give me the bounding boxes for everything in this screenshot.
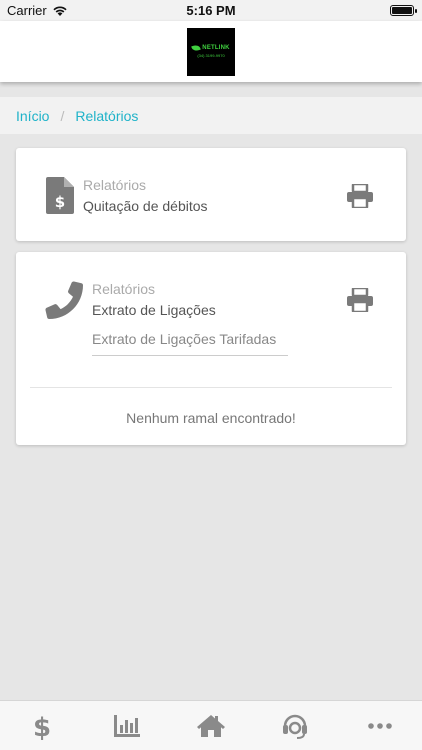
bottom-tab-bar: $ xyxy=(0,700,422,750)
card-category-label: Relatórios xyxy=(83,177,147,193)
tab-financeiro[interactable]: $ xyxy=(17,704,67,748)
dollar-icon: $ xyxy=(33,713,51,740)
card-category-label: Relatórios xyxy=(92,281,156,297)
breadcrumb-current-link[interactable]: Relatórios xyxy=(75,108,138,124)
breadcrumb-home-link[interactable]: Início xyxy=(16,108,49,124)
status-time: 5:16 PM xyxy=(186,3,236,18)
bar-chart-icon xyxy=(113,714,140,737)
card-title-label: Extrato de Ligações xyxy=(92,302,216,318)
more-icon xyxy=(367,722,392,729)
card-title-label: Quitação de débitos xyxy=(83,198,208,214)
print-icon[interactable] xyxy=(347,184,373,208)
tab-mais[interactable] xyxy=(355,704,405,748)
tab-suporte[interactable] xyxy=(270,704,320,748)
tab-relatorios[interactable] xyxy=(102,704,152,748)
svg-text:$: $ xyxy=(55,193,65,211)
home-icon xyxy=(196,714,225,737)
empty-ramal-message: Nenhum ramal encontrado! xyxy=(126,410,296,426)
status-bar: Carrier 5:16 PM xyxy=(0,0,422,21)
report-card-extrato: Relatórios Extrato de Ligações Extrato d… xyxy=(16,252,406,445)
card-divider xyxy=(30,387,392,388)
report-card-quitacao[interactable]: $ Relatórios Quitação de débitos xyxy=(16,148,406,241)
phone-icon xyxy=(45,281,83,319)
support-headset-icon xyxy=(283,714,308,739)
file-dollar-icon: $ xyxy=(46,177,74,214)
netlink-logo: NETLINK (34) 3199-9970 xyxy=(187,27,235,76)
logo-text: NETLINK xyxy=(202,45,230,51)
battery-icon xyxy=(390,5,417,16)
print-icon[interactable] xyxy=(347,288,373,312)
svg-text:$: $ xyxy=(33,713,51,740)
app-header: NETLINK (34) 3199-9970 xyxy=(0,21,422,82)
breadcrumb-separator: / xyxy=(60,107,65,124)
extrato-tarifadas-select[interactable]: Extrato de Ligações Tarifadas xyxy=(92,330,288,356)
breadcrumb: Início / Relatórios xyxy=(0,97,422,134)
tab-inicio[interactable] xyxy=(186,704,236,748)
logo-phone: (34) 3199-9970 xyxy=(197,53,225,58)
